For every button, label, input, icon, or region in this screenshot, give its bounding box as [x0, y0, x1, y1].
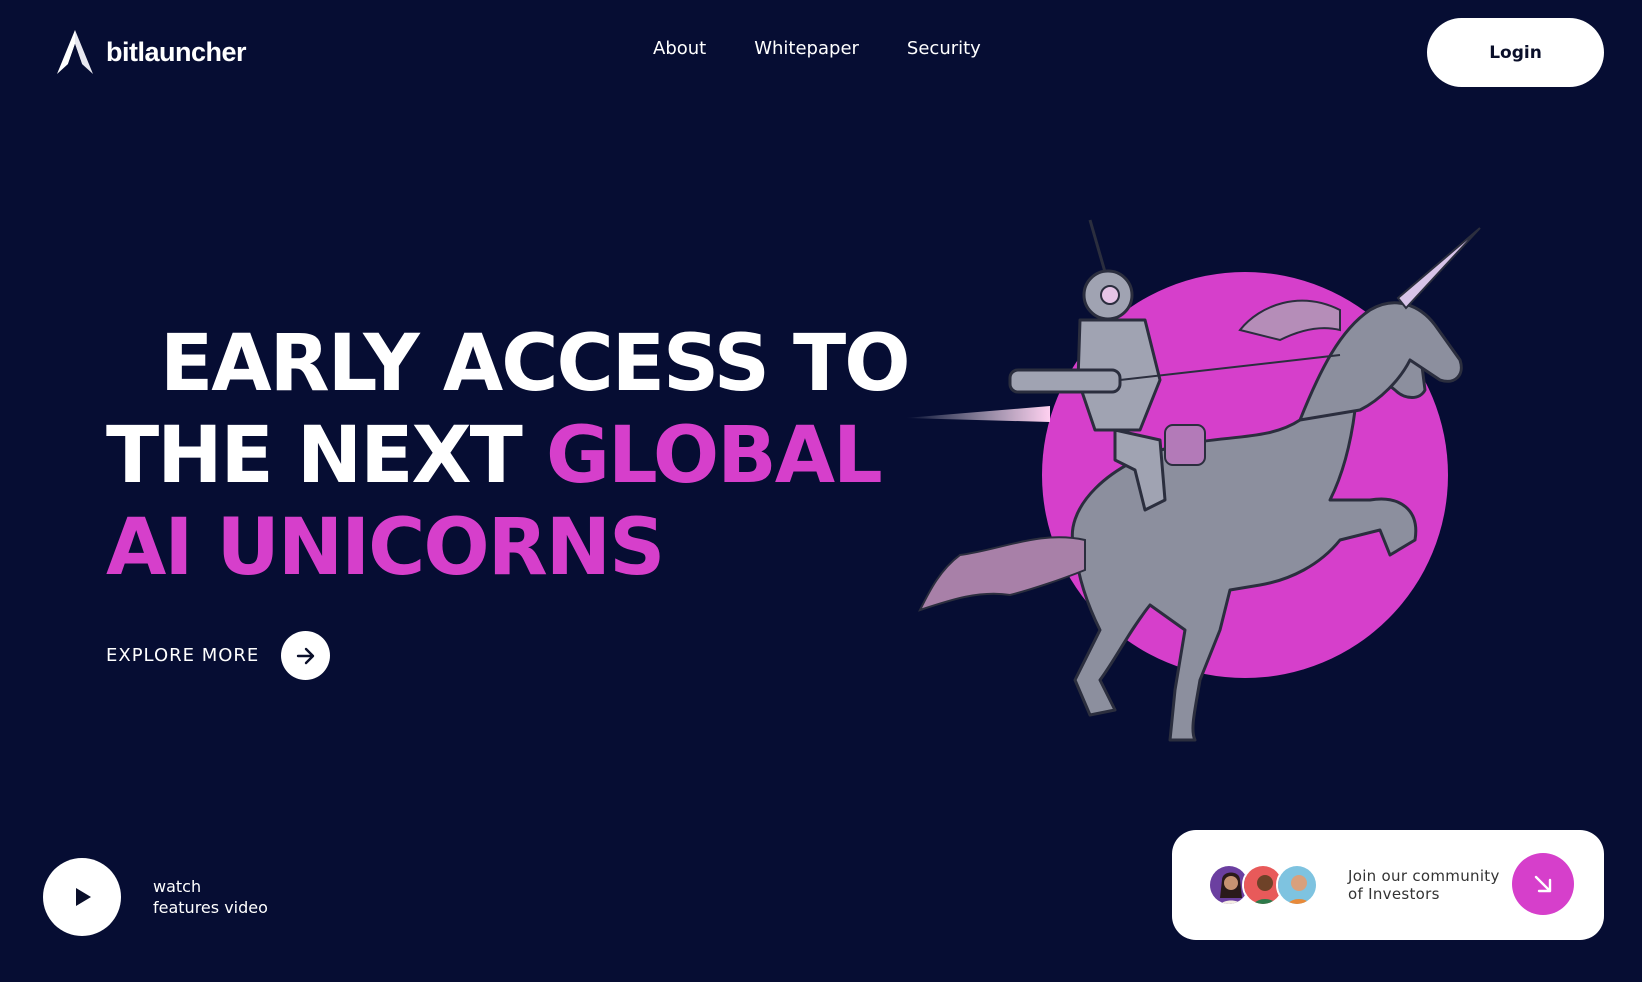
hero-headline: EARLY ACCESS TO THE NEXT GLOBAL AI UNICO… — [106, 318, 911, 594]
main-nav: About Whitepaper Security — [653, 38, 981, 59]
headline-line-2: THE NEXT GLOBAL — [106, 410, 906, 502]
logo-mark-icon — [57, 30, 93, 74]
video-caption-line-2: features video — [153, 898, 268, 917]
headline-line-2-white: THE NEXT — [106, 411, 546, 501]
login-button[interactable]: Login — [1427, 18, 1604, 87]
community-card: Join our community of Investors — [1172, 830, 1604, 940]
play-icon — [76, 888, 91, 906]
video-caption-line-1: watch — [153, 877, 202, 896]
robot-unicorn-illustration — [905, 219, 1481, 742]
arrow-right-icon — [296, 647, 314, 664]
headline-line-3: AI UNICORNS — [106, 503, 665, 593]
explore-more-link[interactable]: EXPLORE MORE — [106, 631, 331, 680]
arrow-down-right-icon — [1534, 875, 1552, 893]
avatar — [1276, 864, 1318, 906]
headline-line-1: EARLY ACCESS TO — [160, 319, 911, 409]
watch-video: watch features video — [43, 858, 268, 936]
investor-avatars — [1208, 864, 1318, 906]
video-caption: watch features video — [153, 876, 268, 918]
nav-item-about[interactable]: About — [653, 38, 706, 59]
join-community-button[interactable] — [1512, 853, 1574, 915]
community-text: Join our community of Investors — [1348, 867, 1500, 903]
brand-name: bitlauncher — [106, 36, 247, 67]
nav-item-security[interactable]: Security — [907, 38, 981, 59]
community-text-line-1: Join our community — [1348, 867, 1500, 885]
brand-logo[interactable]: bitlauncher — [52, 30, 247, 74]
nav-item-whitepaper[interactable]: Whitepaper — [754, 38, 859, 59]
community-text-line-2: of Investors — [1348, 885, 1440, 903]
explore-more-label: EXPLORE MORE — [106, 645, 260, 666]
play-video-button[interactable] — [43, 858, 121, 936]
headline-line-2-accent: GLOBAL — [545, 411, 883, 501]
explore-more-button[interactable] — [281, 631, 331, 680]
